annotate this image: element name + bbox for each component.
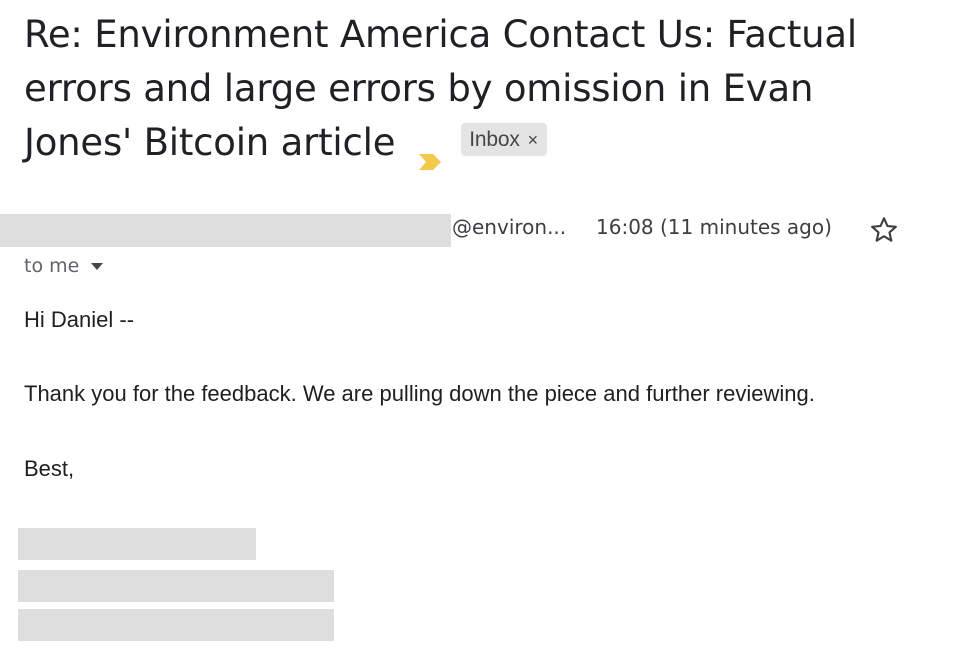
signature-redacted-line: [18, 609, 334, 641]
recipient-details-toggle[interactable]: to me: [24, 253, 104, 279]
body-signoff: Best,: [24, 456, 75, 481]
chevron-down-icon: [91, 262, 104, 270]
label-name: Inbox: [469, 128, 520, 151]
body-message: Thank you for the feedback. We are pulli…: [24, 381, 815, 406]
star-icon[interactable]: [868, 214, 900, 246]
email-subject: Re: Environment America Contact Us: Fact…: [24, 8, 924, 170]
sender-name-redacted: [0, 214, 451, 247]
inbox-label-chip[interactable]: Inbox ×: [461, 123, 547, 156]
signature-redacted-line: [18, 570, 334, 602]
sender-email-domain: @environ...: [452, 215, 567, 239]
message-timestamp: 16:08 (11 minutes ago): [596, 215, 832, 239]
importance-marker-icon[interactable]: [417, 132, 443, 170]
body-greeting: Hi Daniel --: [24, 307, 135, 332]
remove-label-icon[interactable]: ×: [528, 131, 539, 149]
signature-redacted-line: [18, 528, 256, 560]
recipient-label: to me: [24, 255, 80, 277]
